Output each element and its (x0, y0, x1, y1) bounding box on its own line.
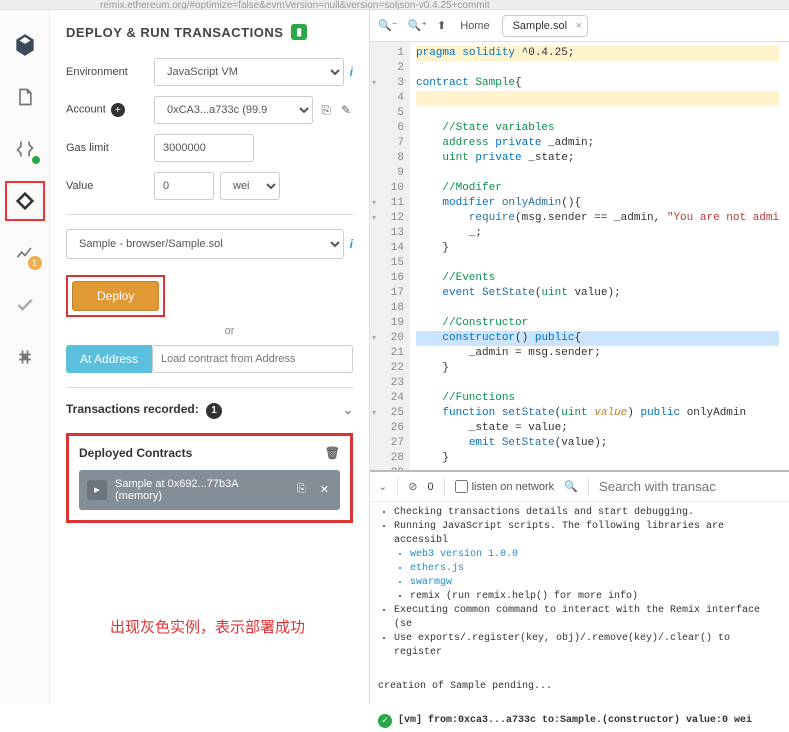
deployed-contracts-box: Deployed Contracts 🗑 ▸ Sample at 0x692..… (66, 433, 353, 523)
success-check-icon: ✓ (378, 714, 392, 728)
line-gutter: 1234567891011121314151617181920212223242… (370, 42, 410, 485)
contract-select[interactable]: Sample - browser/Sample.sol (66, 229, 344, 259)
editor-toolbar: 🔍⁻ 🔍⁺ ⬆ Home Sample.sol× (370, 10, 789, 42)
remix-logo-icon[interactable] (10, 30, 40, 60)
code-content[interactable]: pragma solidity ^0.4.25; contract Sample… (410, 42, 785, 485)
terminal-search-input[interactable] (599, 479, 781, 494)
value-unit-select[interactable]: wei (220, 172, 280, 200)
active-badge: ▮ (291, 24, 307, 40)
deploy-run-icon[interactable] (10, 186, 40, 216)
testing-icon[interactable] (10, 290, 40, 320)
copy-account-icon[interactable]: ⎘ (319, 103, 333, 118)
compiler-icon[interactable] (10, 134, 40, 164)
panel-title: DEPLOY & RUN TRANSACTIONS ▮ (66, 24, 353, 40)
zoom-out-icon[interactable]: 🔍⁻ (376, 17, 400, 34)
or-text: or (106, 325, 353, 337)
listen-checkbox[interactable]: listen on network (455, 480, 555, 493)
code-editor: 🔍⁻ 🔍⁺ ⬆ Home Sample.sol× 123456789101112… (370, 10, 789, 460)
deploy-run-panel: DEPLOY & RUN TRANSACTIONS ▮ Environment … (50, 10, 370, 704)
account-select[interactable]: 0xCA3...a733c (99.9 (154, 96, 313, 124)
gas-limit-input[interactable] (154, 134, 254, 162)
env-label: Environment (66, 66, 148, 78)
deployed-title: Deployed Contracts (79, 446, 192, 460)
at-address-button[interactable]: At Address (66, 345, 152, 373)
account-label: Account + (66, 103, 148, 117)
trash-icon[interactable]: 🗑 (325, 446, 340, 460)
expand-instance-icon[interactable]: ▸ (87, 480, 107, 500)
edit-account-icon[interactable]: ✎ (339, 103, 353, 117)
env-info-icon[interactable]: i (350, 65, 353, 79)
upload-icon[interactable]: ⬆ (435, 17, 448, 34)
chevron-down-icon[interactable]: ⌄ (343, 403, 353, 417)
zoom-in-icon[interactable]: 🔍⁺ (406, 17, 430, 34)
tx-log-line[interactable]: ✓ [vm] from:0xca3...a733c to:Sample.(con… (378, 714, 781, 728)
transactions-recorded[interactable]: Transactions recorded: 1 ⌄ (66, 402, 353, 419)
contract-info-icon[interactable]: i (350, 237, 353, 251)
file-explorer-icon[interactable] (10, 82, 40, 112)
close-instance-icon[interactable]: ✕ (317, 483, 332, 496)
url-bar: remix.ethereum.org/#optimize=false&evmVe… (0, 0, 789, 10)
icon-sidebar: 1 (0, 10, 50, 704)
copy-instance-icon[interactable]: ⎘ (294, 483, 309, 496)
pending-count: 0 (427, 481, 433, 493)
close-tab-icon[interactable]: × (576, 20, 582, 32)
terminal-toggle-icon[interactable]: ⌄ (378, 480, 387, 493)
contract-instance: ▸ Sample at 0x692...77b3A (memory) ⎘ ✕ (79, 470, 340, 510)
analysis-icon[interactable]: 1 (10, 238, 40, 268)
add-account-icon[interactable]: + (111, 103, 125, 117)
instance-name: Sample at 0x692...77b3A (memory) (115, 478, 286, 502)
block-icon[interactable]: ⊘ (408, 480, 417, 493)
terminal: ⌄ ⊘ 0 listen on network 🔍 Checking trans… (370, 470, 789, 704)
at-address-input[interactable] (152, 345, 353, 373)
home-button[interactable]: Home (454, 18, 495, 34)
value-input[interactable] (154, 172, 214, 200)
search-icon[interactable]: 🔍 (564, 480, 578, 493)
plugin-icon[interactable] (10, 342, 40, 372)
environment-select[interactable]: JavaScript VM (154, 58, 344, 86)
deploy-button[interactable]: Deploy (72, 281, 159, 311)
deploy-highlight: Deploy (66, 275, 165, 317)
pending-text: creation of Sample pending... (378, 680, 781, 694)
editor-tab[interactable]: Sample.sol× (502, 15, 588, 37)
annotation-text: 出现灰色实例，表示部署成功 (110, 616, 305, 637)
value-label: Value (66, 180, 148, 192)
terminal-toolbar: ⌄ ⊘ 0 listen on network 🔍 (370, 472, 789, 502)
gas-label: Gas limit (66, 142, 148, 154)
terminal-output[interactable]: Checking transactions details and start … (370, 502, 789, 732)
